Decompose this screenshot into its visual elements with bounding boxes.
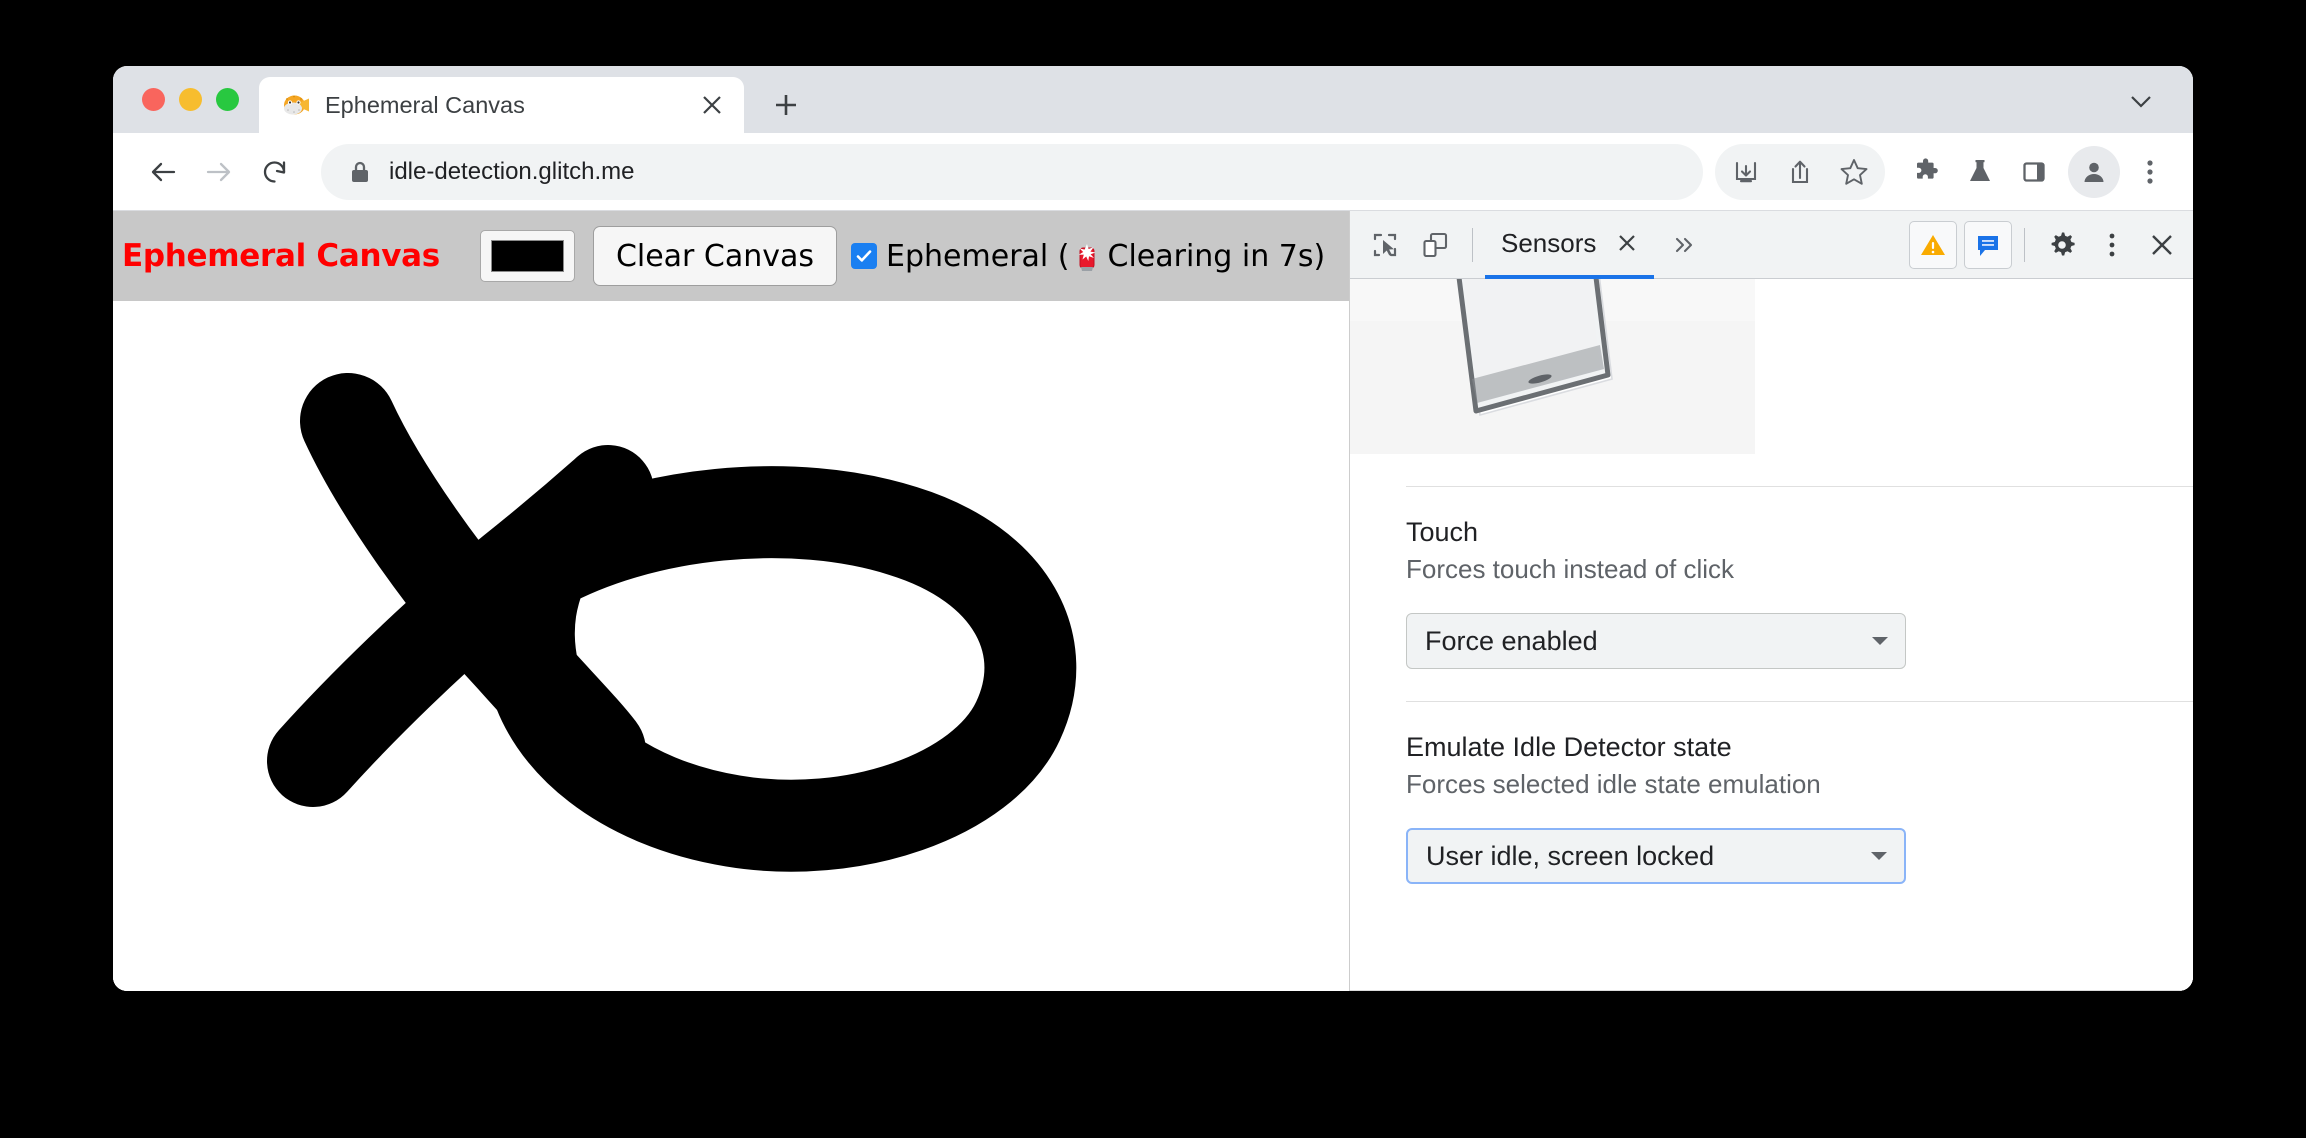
profile-avatar-icon[interactable] [2068,145,2120,198]
toolbar-icons [1715,143,2173,200]
inspect-element-icon[interactable] [1360,220,1410,270]
section-idle-title: Emulate Idle Detector state [1406,732,1732,762]
experiments-flask-icon[interactable] [1953,145,2007,199]
issues-message-icon[interactable] [1964,220,2012,269]
tab-sensors[interactable]: Sensors [1485,212,1655,279]
browser-window: Ephemeral Canvas idle-detection.glitch.m… [113,66,2193,991]
drawing-canvas[interactable] [113,301,1349,991]
devtools-close-icon[interactable] [2137,220,2187,270]
ephemeral-label: Ephemeral ( Clearing in 7s ) [886,239,1325,274]
maximize-window-button[interactable] [216,88,239,111]
touch-select-value: Force enabled [1425,625,1598,656]
clear-canvas-button[interactable]: Clear Canvas [592,226,838,286]
tab-title: Ephemeral Canvas [325,91,525,118]
lock-icon[interactable] [349,160,371,184]
section-touch-subtitle: Forces touch instead of click [1406,554,1735,584]
window-traffic-lights [113,66,259,133]
side-panel-icon[interactable] [2007,145,2061,199]
browser-tab[interactable]: Ephemeral Canvas [259,77,744,133]
gear-icon[interactable] [2037,220,2087,270]
page-toolbar: Ephemeral Canvas Clear Canvas Ephemeral … [113,211,1349,301]
chevron-double-right-icon[interactable] [1662,223,1706,267]
color-swatch [490,240,564,272]
canvas-drawing-fish [267,373,1077,872]
tab-strip: Ephemeral Canvas [113,66,2193,133]
back-button[interactable] [135,144,191,200]
page-title: Ephemeral Canvas [122,238,440,274]
ephemeral-label-prefix: Ephemeral ( [886,238,1070,274]
touch-select[interactable]: Force enabled [1406,613,1906,669]
devtools-toolbar: Sensors [1350,211,2193,279]
address-bar[interactable]: idle-detection.glitch.me [321,143,1703,200]
ephemeral-label-suffix: ) [1313,238,1326,274]
tab-close-icon[interactable] [690,83,734,127]
minimize-window-button[interactable] [179,88,202,111]
toolbar-divider [1472,227,1473,262]
firecracker-icon [1074,242,1100,272]
blowfish-favicon [281,90,311,120]
devtools-panel: Sensors Touch Forces touch instead of cl… [1349,211,2193,991]
viewport: Ephemeral Canvas Clear Canvas Ephemeral … [113,211,2193,991]
warning-triangle-icon[interactable] [1909,220,1957,269]
tab-sensors-close-icon[interactable] [1608,224,1646,262]
address-bar-url: idle-detection.glitch.me [389,157,635,185]
sensors-panel-body: Touch Forces touch instead of click Forc… [1350,279,2193,991]
idle-state-select[interactable]: User idle, screen locked [1406,828,1906,884]
ephemeral-toggle-group: Ephemeral ( Clearing in 7s ) [851,239,1325,274]
ephemeral-checkbox[interactable] [851,243,878,269]
install-download-icon[interactable] [1719,145,1773,199]
share-icon[interactable] [1773,145,1827,199]
browser-toolbar: idle-detection.glitch.me [113,133,2193,211]
tab-sensors-label: Sensors [1501,227,1597,258]
color-input[interactable] [479,230,575,282]
three-dot-menu-icon[interactable] [2127,145,2173,199]
reload-button[interactable] [247,144,303,200]
section-idle-subtitle: Forces selected idle state emulation [1406,769,1821,799]
chevron-down-icon[interactable] [2115,75,2167,127]
toolbar-divider-2 [2024,227,2025,262]
close-window-button[interactable] [142,88,165,111]
extensions-puzzle-icon[interactable] [1899,145,1953,199]
omnibox-action-group [1715,143,1885,200]
chevron-down-icon [1871,635,1889,647]
new-tab-button[interactable] [760,79,812,131]
chevron-down-icon [1870,850,1888,862]
idle-state-select-value: User idle, screen locked [1426,840,1715,871]
section-touch-title: Touch [1406,517,1479,547]
ephemeral-countdown: Clearing in 7s [1107,238,1314,274]
forward-button[interactable] [191,144,247,200]
section-touch: Touch Forces touch instead of click Forc… [1350,486,2193,669]
web-page: Ephemeral Canvas Clear Canvas Ephemeral … [113,211,1349,991]
bookmark-star-icon[interactable] [1827,145,1881,199]
devtools-three-dot-menu-icon[interactable] [2087,220,2137,270]
device-toolbar-icon[interactable] [1410,220,1460,270]
panel-bottom-divider [1350,989,2193,991]
device-orientation-3d-phone[interactable] [1350,279,1755,454]
section-idle-detector: Emulate Idle Detector state Forces selec… [1350,701,2193,884]
